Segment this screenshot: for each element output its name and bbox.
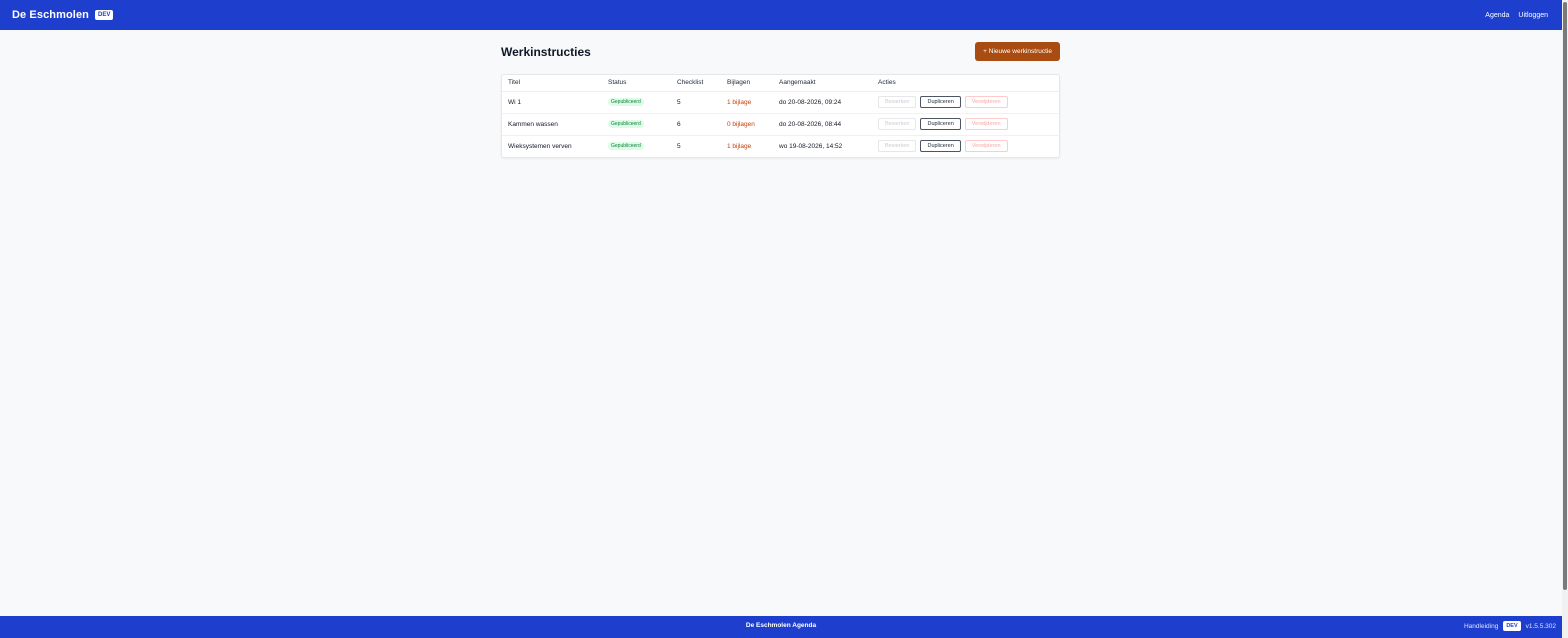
row-created-date: do 20-08-2026, 08:44: [773, 113, 872, 136]
column-header-title: Titel: [502, 75, 602, 92]
top-navbar: De Eschmolen DEV Agenda Uitloggen: [0, 0, 1562, 30]
row-attachments-link[interactable]: 1 bijlage: [727, 143, 751, 150]
new-work-instruction-button[interactable]: + Nieuwe werkinstructie: [975, 42, 1060, 61]
brand: De Eschmolen DEV: [12, 9, 114, 21]
status-badge: Gepubliceerd: [608, 98, 644, 106]
top-nav: Agenda Uitloggen: [1485, 12, 1548, 19]
version-label: v1.5.5.302: [1525, 622, 1556, 630]
main-content: Werkinstructies + Nieuwe werkinstructie …: [501, 42, 1060, 158]
row-actions: Bewerken Dupliceren Verwijderen: [878, 118, 1053, 130]
footer-env-badge: DEV: [1503, 621, 1521, 631]
work-instructions-table-card: Titel Status Checklist Bijlagen Aangemaa…: [501, 74, 1060, 158]
column-header-checklist: Checklist: [671, 75, 721, 92]
footer: De Eschmolen Agenda Handleiding DEV v1.5…: [0, 616, 1562, 638]
row-checklist-count: 6: [671, 113, 721, 136]
row-attachments-link[interactable]: 0 bijlagen: [727, 121, 755, 128]
env-badge: DEV: [95, 10, 114, 20]
row-actions: Bewerken Dupliceren Verwijderen: [878, 96, 1053, 108]
duplicate-button[interactable]: Dupliceren: [920, 118, 961, 130]
nav-logout-link[interactable]: Uitloggen: [1518, 12, 1548, 19]
work-instructions-table: Titel Status Checklist Bijlagen Aangemaa…: [502, 75, 1059, 157]
edit-button[interactable]: Bewerken: [878, 118, 917, 130]
table-header-row: Titel Status Checklist Bijlagen Aangemaa…: [502, 75, 1059, 92]
delete-button[interactable]: Verwijderen: [964, 96, 1008, 108]
column-header-attachments: Bijlagen: [721, 75, 773, 92]
row-title: Wi 1: [502, 91, 602, 114]
manual-link[interactable]: Handleiding: [1464, 623, 1498, 630]
row-created-date: do 20-08-2026, 09:24: [773, 91, 872, 114]
duplicate-button[interactable]: Dupliceren: [920, 140, 961, 153]
column-header-created: Aangemaakt: [773, 75, 872, 92]
page-header: Werkinstructies + Nieuwe werkinstructie: [501, 42, 1060, 61]
status-badge: Gepubliceerd: [608, 142, 644, 151]
row-actions: Bewerken Dupliceren Verwijderen: [878, 140, 1053, 153]
row-checklist-count: 5: [677, 142, 681, 150]
brand-title[interactable]: De Eschmolen: [12, 9, 89, 21]
delete-button[interactable]: Verwijderen: [964, 118, 1008, 130]
delete-button[interactable]: Verwijderen: [964, 140, 1008, 153]
footer-meta: Handleiding DEV v1.5.5.302: [1464, 621, 1556, 631]
status-badge: Gepubliceerd: [608, 120, 644, 128]
table-row: Wi 1 Gepubliceerd 5 1 bijlage do 20-08-2…: [502, 91, 1059, 114]
row-attachments-link[interactable]: 1 bijlage: [727, 99, 751, 106]
row-checklist-count: 5: [671, 91, 721, 114]
nav-agenda-link[interactable]: Agenda: [1485, 12, 1509, 19]
duplicate-button[interactable]: Dupliceren: [920, 96, 961, 108]
footer-app-name: De Eschmolen Agenda: [745, 622, 817, 629]
page-scrollbar[interactable]: [1562, 0, 1568, 638]
page-title: Werkinstructies: [501, 44, 591, 59]
table-row: Wieksystemen verven Gepubliceerd 5 1 bij…: [502, 135, 1059, 157]
edit-button[interactable]: Bewerken: [878, 96, 917, 108]
row-title: Wieksystemen verven: [508, 142, 572, 150]
row-created-date: wo 19-08-2026, 14:52: [779, 142, 843, 150]
scrollbar-thumb[interactable]: [1563, 2, 1567, 590]
row-title: Kammen wassen: [502, 113, 602, 136]
column-header-status: Status: [602, 75, 671, 92]
column-header-actions: Acties: [872, 75, 1059, 92]
edit-button[interactable]: Bewerken: [878, 140, 917, 153]
table-row: Kammen wassen Gepubliceerd 6 0 bijlagen …: [502, 113, 1059, 136]
